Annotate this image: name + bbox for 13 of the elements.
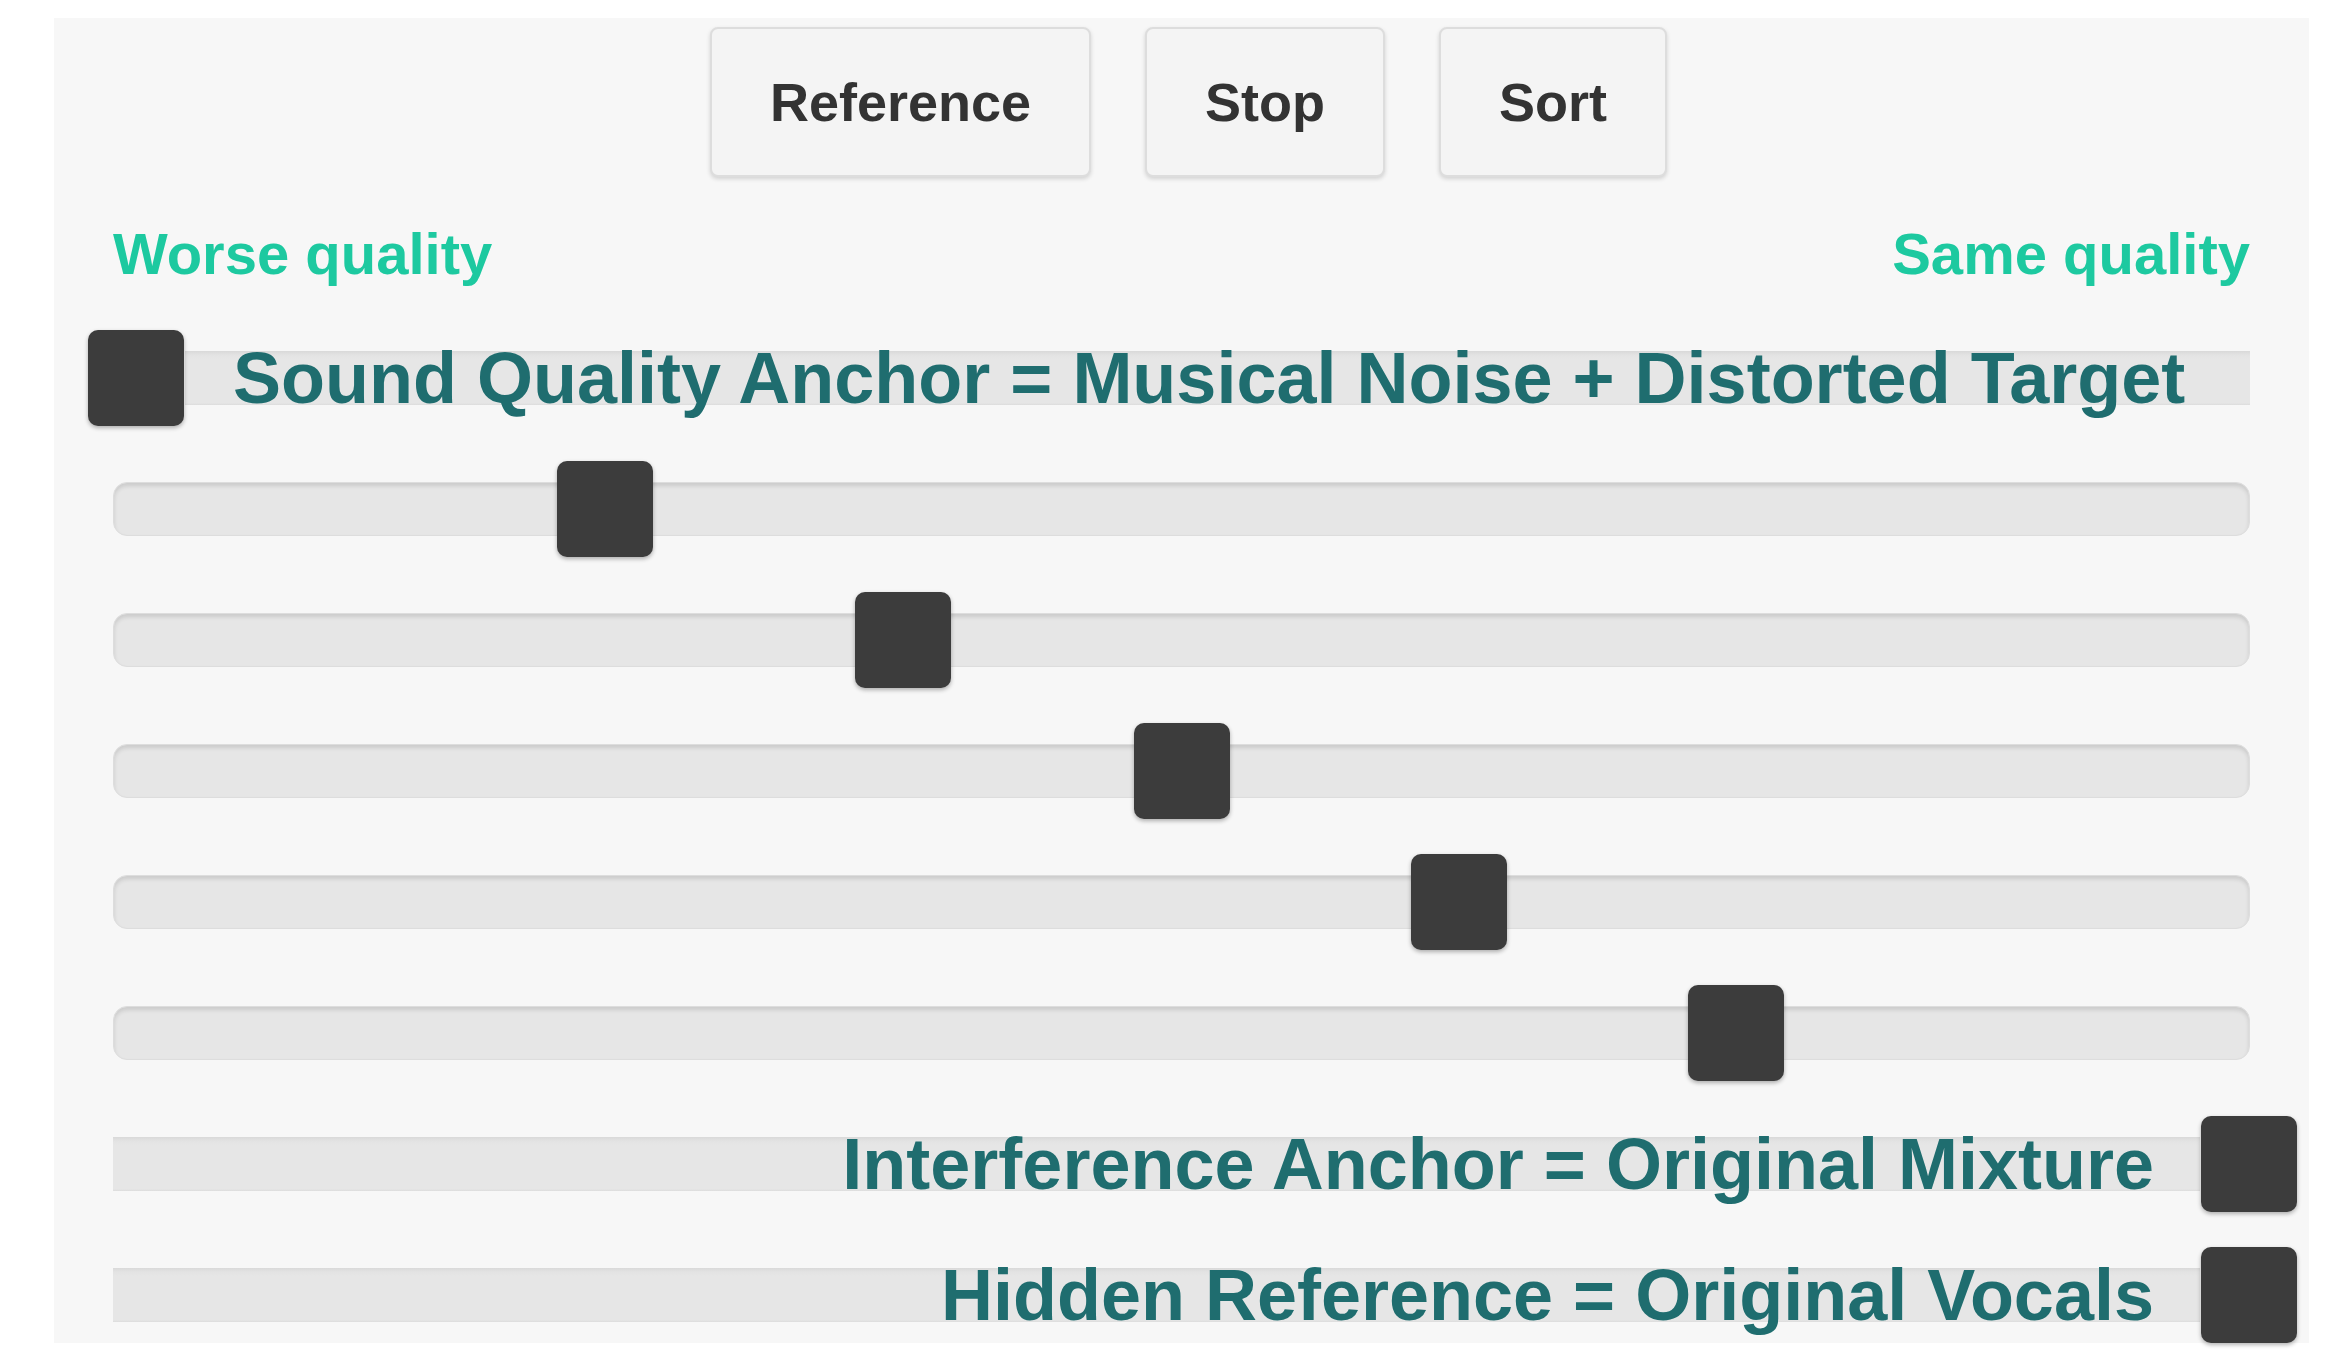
- slider-thumb[interactable]: [1687, 984, 1784, 1081]
- slider-thumb[interactable]: [1410, 853, 1507, 950]
- player-button[interactable]: Stop: [1145, 27, 1386, 177]
- player-button[interactable]: Sort: [1439, 27, 1668, 177]
- slider-thumb[interactable]: [2201, 1246, 2297, 1343]
- scale-max-label: Same quality: [1892, 220, 2250, 288]
- player-button[interactable]: Reference: [709, 27, 1092, 177]
- slider-thumb[interactable]: [1133, 722, 1230, 819]
- slider-thumb[interactable]: [557, 460, 654, 557]
- slider-thumb[interactable]: [88, 329, 184, 426]
- slider-thumb[interactable]: [2201, 1115, 2297, 1212]
- scale-min-label: Worse quality: [113, 220, 493, 288]
- slider-thumb[interactable]: [855, 591, 951, 688]
